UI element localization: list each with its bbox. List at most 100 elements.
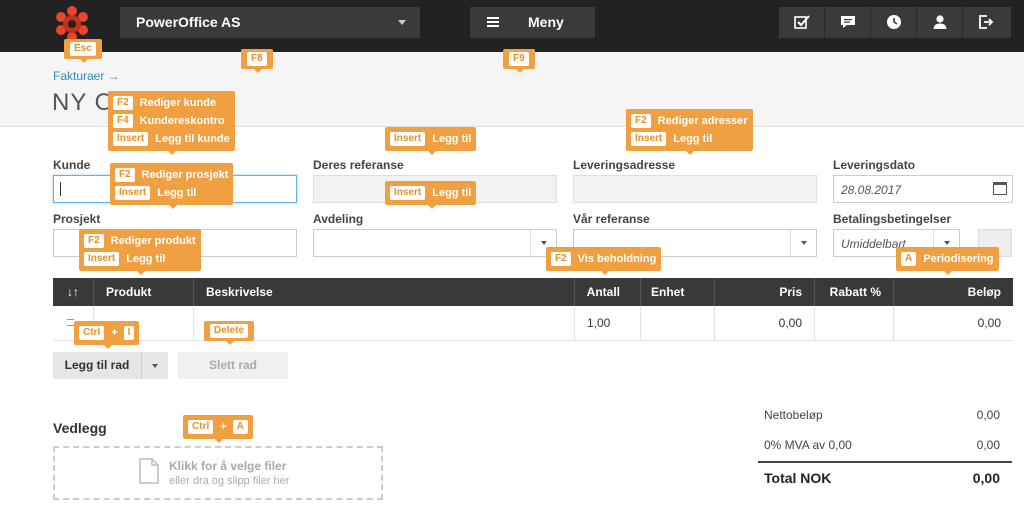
col-antall: Antall xyxy=(575,278,641,306)
hint-delete: Delete xyxy=(204,321,255,345)
logout-icon xyxy=(979,15,994,29)
prosjekt-label: Prosjekt xyxy=(53,212,101,226)
user-icon xyxy=(933,15,947,29)
key: Insert xyxy=(113,132,149,146)
breadcrumb[interactable]: Fakturaer → xyxy=(53,69,120,83)
key-f9: F9 xyxy=(509,52,529,66)
chevron-down-icon[interactable] xyxy=(790,230,816,256)
key-delete: Delete xyxy=(210,324,249,338)
key: F2 xyxy=(84,234,104,248)
company-selector[interactable]: PowerOffice AS xyxy=(120,7,420,38)
key: F4 xyxy=(113,114,133,128)
hint-f9: F9 xyxy=(503,49,535,73)
hint-text: Kundereskontro xyxy=(139,115,225,127)
hint-ctrl-i: Ctrl + I xyxy=(74,321,140,349)
hint-text: Periodisering xyxy=(923,253,994,265)
hint-beholdning: F2 Vis beholdning xyxy=(546,247,662,275)
hint-produkt: F2 Rediger produkt Insert Legg til xyxy=(79,229,201,275)
leveringsadresse-label: Leveringsadresse xyxy=(573,158,676,172)
total-label: Total NOK xyxy=(764,470,832,486)
hint-text: Rediger adresser xyxy=(657,115,748,127)
calendar-icon[interactable] xyxy=(993,182,1007,195)
col-enhet: Enhet xyxy=(641,278,715,306)
tasks-button[interactable] xyxy=(779,7,825,38)
hint-text: Legg til kunde xyxy=(155,133,230,145)
key: F2 xyxy=(115,168,135,182)
avdeling-label: Avdeling xyxy=(313,212,364,226)
key: Insert xyxy=(84,252,120,266)
col-produkt: Produkt xyxy=(94,278,194,306)
file-dropzone[interactable]: Klikk for å velge filer eller dra og sli… xyxy=(53,446,383,500)
kunde-label: Kunde xyxy=(53,158,91,172)
leveringsdato-input[interactable]: 28.08.2017 xyxy=(833,175,1013,203)
top-bar: PowerOffice AS Meny xyxy=(0,0,1024,52)
leveringsdato-label: Leveringsdato xyxy=(833,158,916,172)
cell-enhet[interactable] xyxy=(641,306,715,341)
chat-icon xyxy=(841,16,855,28)
leveringsdato-value: 28.08.2017 xyxy=(841,183,902,197)
total-value: 0,00 xyxy=(972,470,1000,486)
hint-text: Legg til xyxy=(673,133,713,145)
invoice-lines-header: ↓↑ Produkt Beskrivelse Antall Enhet Pris… xyxy=(53,278,1013,306)
key: F2 xyxy=(631,114,651,128)
key-f8: F8 xyxy=(247,52,267,66)
col-belop: Beløp xyxy=(967,285,1001,299)
betalingsbetingelser-label: Betalingsbetingelser xyxy=(833,212,952,226)
leveringsadresse-input[interactable] xyxy=(573,175,817,203)
hamburger-icon xyxy=(487,17,499,27)
time-button[interactable] xyxy=(871,7,917,38)
plus: + xyxy=(220,421,227,433)
key-esc: Esc xyxy=(70,42,96,56)
hint-periodisering: A Periodisering xyxy=(896,247,999,275)
col-beskrivelse: Beskrivelse xyxy=(194,278,575,306)
netto-value: 0,00 xyxy=(976,408,1000,422)
hint-text: Legg til xyxy=(432,187,472,199)
company-name: PowerOffice AS xyxy=(136,14,241,30)
hint-esc: Esc xyxy=(64,39,102,63)
user-button[interactable] xyxy=(917,7,963,38)
hint-deres-referanse: Insert Legg til xyxy=(385,127,477,155)
messages-button[interactable] xyxy=(825,7,871,38)
menu-label: Meny xyxy=(528,14,564,30)
hint-leveringsadresse: F2 Rediger adresser Insert Legg til xyxy=(626,109,753,155)
hint-text: Rediger prosjekt xyxy=(141,169,229,181)
col-rabatt: Rabatt % xyxy=(815,278,894,306)
avdeling-select[interactable] xyxy=(313,229,557,257)
netto-label: Nettobeløp xyxy=(764,408,823,422)
key: Insert xyxy=(390,186,426,200)
key: Insert xyxy=(631,132,667,146)
deres-referanse-label: Deres referanse xyxy=(313,158,404,172)
hint-text: Rediger produkt xyxy=(110,235,196,247)
hint-f8: F8 xyxy=(241,49,273,73)
menu-button[interactable]: Meny xyxy=(470,7,595,38)
cell-pris[interactable]: 0,00 xyxy=(715,306,815,341)
delete-row-button[interactable]: Slett rad xyxy=(178,352,288,379)
key: Insert xyxy=(390,132,426,146)
hint-text: Rediger kunde xyxy=(139,97,217,109)
logout-button[interactable] xyxy=(963,7,1009,38)
key: A xyxy=(232,420,248,434)
key: A xyxy=(901,252,917,266)
col-pris: Pris xyxy=(715,278,815,306)
hint-text: Legg til xyxy=(432,133,472,145)
cell-antall[interactable]: 1,00 xyxy=(575,306,641,341)
toolbar-icons xyxy=(779,7,1011,38)
add-row-button[interactable]: Legg til rad xyxy=(53,352,141,379)
dropzone-subtext: eller dra og slipp filer her xyxy=(169,475,290,487)
mva-label: 0% MVA av 0,00 xyxy=(764,438,852,452)
chevron-down-icon xyxy=(398,20,406,25)
key: F2 xyxy=(551,252,571,266)
hint-ctrl-a: Ctrl + A xyxy=(183,415,253,443)
mva-value: 0,00 xyxy=(976,438,1000,452)
cell-rabatt[interactable] xyxy=(815,306,894,341)
poweroffice-logo[interactable] xyxy=(54,6,90,42)
dropzone-text: Klikk for å velge filer xyxy=(169,459,287,473)
key: F2 xyxy=(113,96,133,110)
page-title: NY O xyxy=(52,89,115,116)
add-row-dropdown-button[interactable] xyxy=(141,352,168,379)
table-row[interactable]: 1,00 0,00 0,00 xyxy=(53,306,1013,341)
hint-text: Vis beholdning xyxy=(577,253,657,265)
file-icon xyxy=(139,458,159,484)
sort-column[interactable]: ↓↑ xyxy=(53,278,94,306)
text-cursor xyxy=(60,182,61,196)
